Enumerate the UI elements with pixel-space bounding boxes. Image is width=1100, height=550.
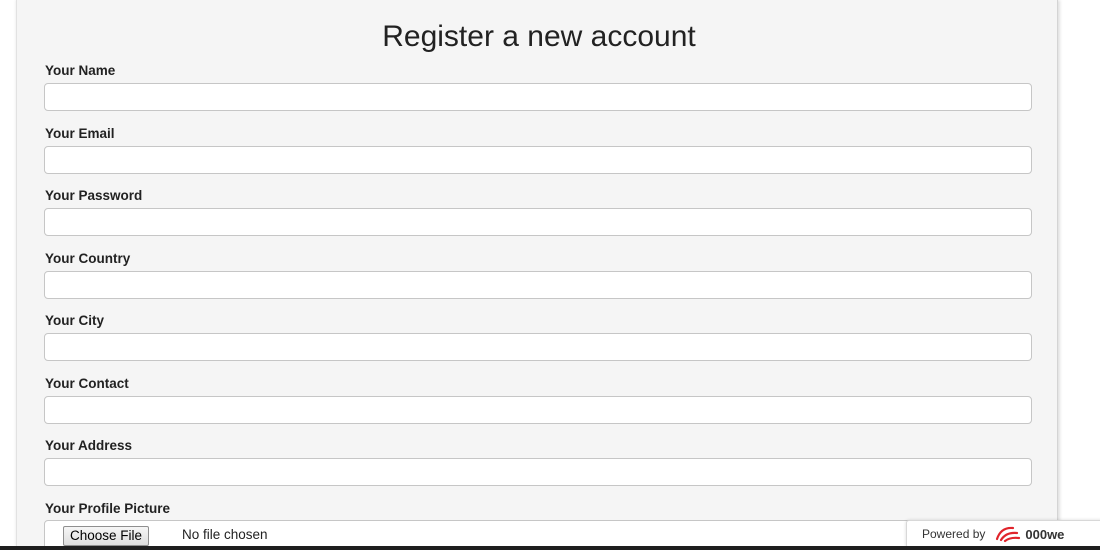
profile-picture-label: Your Profile Picture — [45, 501, 171, 516]
file-status-text: No file chosen — [182, 527, 268, 542]
000webhost-swirl-icon — [993, 524, 1021, 544]
choose-file-button[interactable]: Choose File — [63, 526, 150, 546]
registration-page: Register a new account Your Name Your Em… — [0, 0, 1100, 550]
password-input[interactable] — [44, 208, 1032, 236]
contact-input[interactable] — [44, 396, 1032, 424]
contact-label: Your Contact — [45, 376, 129, 391]
country-input[interactable] — [44, 271, 1032, 299]
password-label: Your Password — [45, 188, 143, 203]
name-label: Your Name — [45, 63, 116, 78]
address-label: Your Address — [45, 438, 133, 453]
city-input[interactable] — [44, 333, 1032, 361]
country-label: Your Country — [45, 251, 131, 266]
bottom-bar — [0, 546, 1100, 550]
address-input[interactable] — [44, 458, 1032, 486]
badge-brand-text: 000we — [1025, 526, 1065, 542]
name-input[interactable] — [44, 83, 1032, 111]
email-input[interactable] — [44, 146, 1032, 174]
powered-by-label: Powered by — [922, 527, 986, 541]
powered-by-badge[interactable]: Powered by 000we — [906, 520, 1100, 548]
page-title: Register a new account — [382, 20, 696, 53]
email-label: Your Email — [45, 126, 115, 141]
city-label: Your City — [45, 313, 105, 328]
